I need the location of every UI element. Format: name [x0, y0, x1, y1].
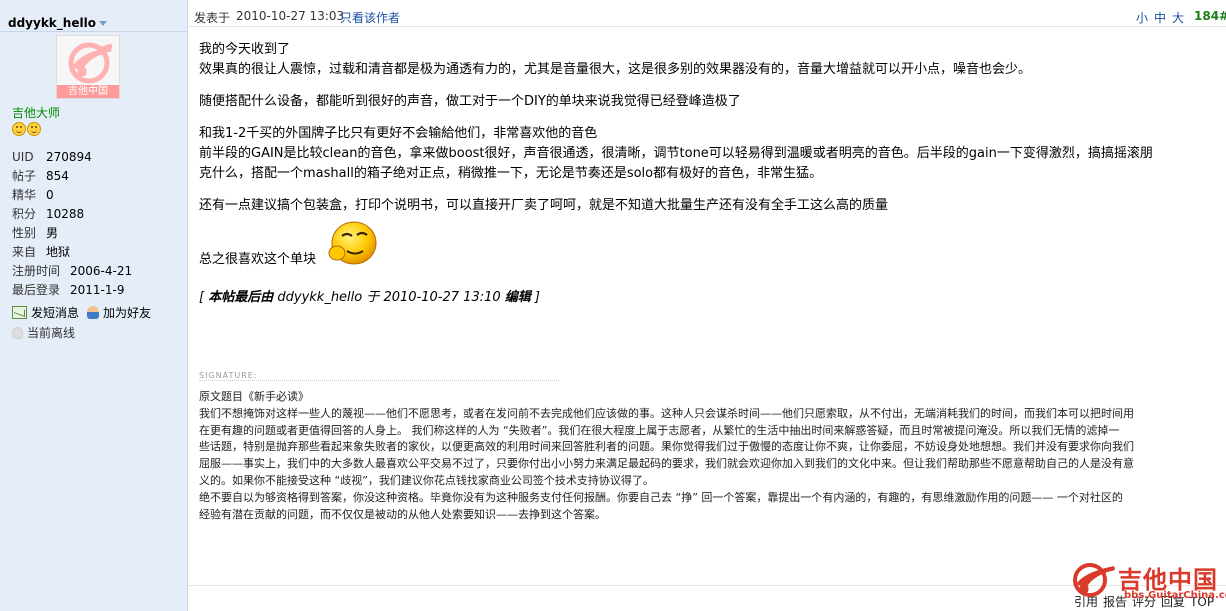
edit-bracket: ]: [530, 290, 541, 305]
stat-digest: 精华 0: [12, 186, 132, 205]
add-friend-icon: [87, 306, 100, 319]
font-medium-link[interactable]: 中: [1154, 11, 1166, 25]
edit-notice: [ 本帖最后由 ddyykk_hello 于 2010-10-27 13:10 …: [199, 288, 1219, 308]
font-small-link[interactable]: 小: [1136, 11, 1148, 25]
offline-user-icon: [12, 327, 23, 339]
smiley-icon: [27, 122, 41, 136]
add-friend-label[interactable]: 加为好友: [103, 306, 151, 320]
author-username[interactable]: ddyykk_hello: [8, 16, 96, 30]
stat-value: 2006-4-21: [70, 264, 133, 278]
stat-value[interactable]: 0: [46, 188, 54, 202]
post-body: 我的今天收到了 效果真的很让人震惊，过载和清音都是极为通透有力的，尤其是音量很大…: [199, 40, 1219, 308]
post-paragraph: 前半段的GAIN是比较clean的音色，拿来做boost很好，声音很通透，很清晰…: [199, 146, 1153, 161]
post-paragraph: 随便搭配什么设备，都能听到很好的声音，做工对于一个DIY的单块来说我觉得已经登峰…: [199, 94, 741, 109]
post-paragraph: 效果真的很让人震惊，过载和清音都是极为通透有力的，尤其是音量很大，这是很多别的效…: [199, 62, 1032, 77]
font-size-controls: 小中大: [1136, 9, 1190, 26]
user-group: 吉他大师: [12, 106, 61, 120]
stat-label: 来自: [12, 245, 37, 259]
stat-last-login: 最后登录 2011-1-9: [12, 281, 132, 300]
edit-label: 本帖最后由: [208, 290, 274, 305]
only-author-link[interactable]: 只看该作者: [340, 9, 400, 26]
send-message-label[interactable]: 发短消息: [31, 306, 79, 320]
avatar[interactable]: 吉他中国: [56, 35, 120, 99]
user-actions: 发短消息 加为好友 当前离线: [12, 304, 159, 342]
signature: 原文题目《新手必读》 我们不想掩饰对这样一些人的蔑视——他们不愿思考，或者在发问…: [199, 389, 1219, 523]
edit-details: ddyykk_hello 于 2010-10-27 13:10: [273, 290, 505, 305]
signature-line: 我们不想掩饰对这样一些人的蔑视——他们不愿思考，或者在发问前不去完成他们应该做的…: [199, 406, 1134, 420]
stat-value: 10288: [46, 207, 85, 221]
thinking-smiley-icon: [328, 221, 377, 265]
chevron-down-icon[interactable]: [98, 21, 107, 26]
stat-register-date: 注册时间 2006-4-21: [12, 262, 132, 281]
stat-label: UID: [12, 150, 34, 164]
watermark-url: bbs.GuitarChina.com: [1124, 590, 1226, 601]
stat-label: 最后登录: [12, 283, 61, 297]
stat-credits: 积分 10288: [12, 205, 132, 224]
online-status-label: 当前离线: [27, 326, 76, 340]
signature-label: SIGNATURE:: [199, 371, 559, 381]
posted-label: 发表于: [194, 11, 231, 25]
guitar-logo-icon: [68, 42, 113, 84]
send-message-button[interactable]: 发短消息: [12, 304, 79, 322]
user-stars: [12, 121, 42, 140]
post-paragraph: 我的今天收到了: [199, 42, 291, 57]
site-watermark: 吉他中国 bbs.GuitarChina.com: [1068, 558, 1226, 606]
user-stats: UID 270894 帖子 854 精华 0 积分 10288 性别男 来自 地狱 注册时…: [12, 148, 132, 300]
signature-line: 绝不要自以为够资格得到答案，你没这种资格。毕竟你没有为这种服务支付任何报酬。你要…: [199, 490, 1123, 504]
signature-title: 原文题目《新手必读》: [199, 390, 309, 403]
stat-value: 270894: [46, 150, 92, 164]
post-header: 发表于 2010-10-27 13:03 只看该作者 小中大 184#: [188, 5, 1226, 27]
avatar-caption: 吉他中国: [57, 85, 119, 98]
stat-location: 来自 地狱: [12, 243, 132, 262]
edit-word: 编辑: [504, 290, 531, 305]
post-paragraph: 克什么，搭配一个mashall的箱子绝对正点，稍微推一下，无论是节奏还是solo…: [199, 166, 823, 181]
post-paragraph: 总之很喜欢这个单块: [199, 252, 317, 267]
username-bar[interactable]: ddyykk_hello: [0, 12, 188, 32]
stat-uid: UID 270894: [12, 148, 132, 167]
stat-label: 注册时间: [12, 264, 61, 278]
stat-gender: 性别男: [12, 224, 132, 243]
floor-number[interactable]: 184#: [1194, 9, 1226, 23]
signature-line: 屈服——事实上，我们中的大多数人最喜欢公平交易不过了，只要你付出小小努力来满足最…: [199, 457, 1134, 471]
add-friend-button[interactable]: 加为好友: [87, 304, 151, 322]
stat-value: 地狱: [46, 245, 71, 259]
signature-line: 义的。如果你不能接受这种 “歧视”，我们建议你花点钱找家商业公司签个技术支持协议…: [199, 473, 654, 487]
author-panel: ddyykk_hello 吉他中国 吉他大师 UID 270894 帖子 854 精…: [0, 0, 188, 611]
post-content-area: 发表于 2010-10-27 13:03 只看该作者 小中大 184# 我的今天…: [188, 0, 1226, 611]
emoji-line: 总之很喜欢这个单块: [199, 220, 1219, 278]
message-icon: [12, 306, 27, 319]
font-large-link[interactable]: 大: [1172, 11, 1184, 25]
edit-bracket: [: [199, 290, 209, 305]
posted-time: 2010-10-27 13:03: [236, 9, 345, 23]
stat-label: 性别: [12, 226, 37, 240]
stat-value: 男: [46, 226, 59, 240]
stat-label: 帖子: [12, 169, 37, 183]
post-paragraph: 还有一点建议搞个包装盒，打印个说明书，可以直接开厂卖了呵呵，就是不知道大批量生产…: [199, 198, 889, 213]
stat-label: 积分: [12, 207, 37, 221]
smiley-icon: [12, 122, 26, 136]
stat-value: 2011-1-9: [70, 283, 125, 297]
post-paragraph: 和我1-2千买的外国牌子比只有更好不会输給他们，非常喜欢他的音色: [199, 126, 598, 141]
signature-line: 些话题，特别是抛弃那些看起来象失败者的家伙，以便更高效的利用时间来回答胜利者的问…: [199, 440, 1134, 454]
signature-line: 经验有潜在贡献的问题，而不仅仅是被动的从他人处索要知识——去挣到这个答案。: [199, 507, 606, 521]
stat-posts: 帖子 854: [12, 167, 132, 186]
stat-value[interactable]: 854: [46, 169, 69, 183]
signature-line: 在更有趣的问题或者更值得回答的人身上。 我们称这样的人为 “失败者”。我们在很大…: [199, 423, 1120, 437]
online-status: 当前离线: [12, 324, 159, 342]
stat-label: 精华: [12, 188, 37, 202]
